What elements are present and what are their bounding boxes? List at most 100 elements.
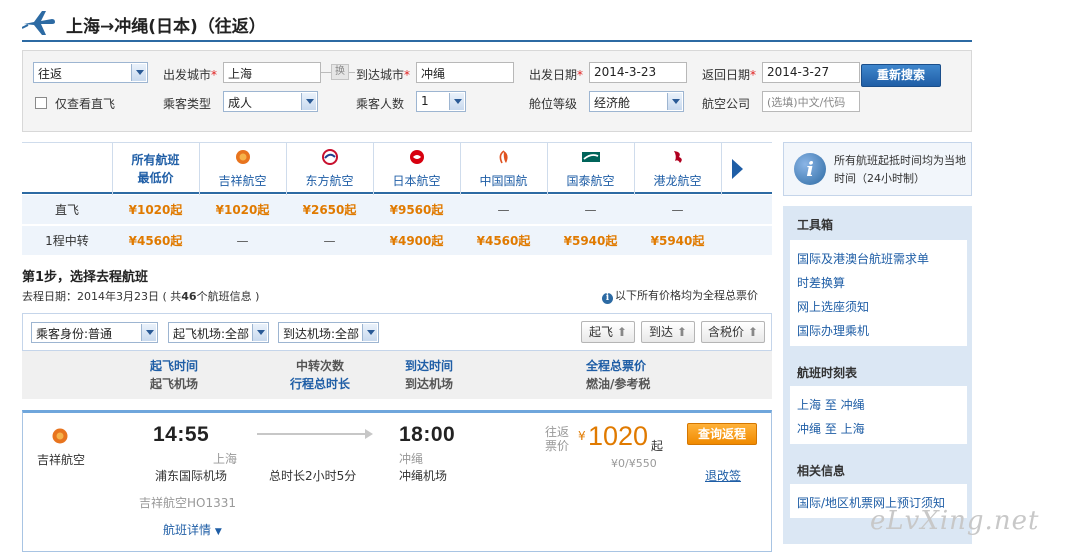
airline-col-air-china[interactable]: 中国国航 [460,143,547,189]
flight-depart-city: 上海 [213,452,238,466]
flight-details-link[interactable]: 航班详情 ▼ [163,521,222,538]
airline-col-dragonair[interactable]: 港龙航空 [634,143,721,189]
search-button[interactable]: 重新搜索 [861,64,941,87]
details-label: 航班详情 [163,523,212,537]
airline-col-juneyao[interactable]: 吉祥航空 [199,143,286,189]
row-label: 直飞 [54,203,79,217]
col-depart-time: 起飞时间 [150,359,199,373]
currency-symbol: ¥ [578,429,586,443]
passenger-filter-value: 乘客身份:普通 [36,327,113,341]
divider [321,72,331,73]
direct-only-label: 仅查看直飞 [55,97,116,111]
query-return-button[interactable]: 查询返程 [687,423,757,445]
price-cell[interactable]: ¥4560起 [460,226,547,256]
direct-only-checkbox[interactable] [35,97,47,109]
passenger-type-value: 成人 [228,96,253,110]
airline-price-matrix: 所有航班 最低价 吉祥航空 东方航空 日本航空 中国国航 国泰航空 港龙航空 直… [22,142,772,256]
jal-logo-icon [409,150,424,164]
info-icon: i [602,293,613,304]
passenger-count-value: 1 [421,94,429,108]
flight-arrive-airport: 冲绳机场 [399,469,448,483]
price-type-label: 往返 票价 [545,425,569,453]
depart-date-input[interactable]: 2014-3-23 [589,62,687,83]
arrow-right-icon [365,429,373,439]
trip-type-value: 往返 [38,67,63,81]
price-cell[interactable]: ¥9560起 [373,195,460,225]
refund-change-link[interactable]: 退改签 [705,467,741,484]
all-flights-lowest[interactable]: 所有航班 最低价 [112,151,199,187]
juneyao-logo-icon [52,428,68,444]
swap-icon[interactable]: 换 [331,64,349,80]
timezone-text: 所有航班起抵时间均为当地时间（24小时制） [834,154,966,185]
arrive-airport-filter[interactable]: 到达机场:全部 [278,322,379,343]
trip-type-select[interactable]: 往返 [33,62,148,83]
cabin-select[interactable]: 经济舱 [589,91,684,112]
china-eastern-logo-icon [321,149,338,165]
schedule-link[interactable]: 冲绳 至 上海 [797,420,865,437]
airline-col-jal[interactable]: 日本航空 [373,143,460,189]
site-watermark: eLvXing.net [870,506,1040,536]
flight-depart-airport: 浦东国际机场 [155,469,228,483]
price-cell[interactable]: ¥4560起 [112,226,199,256]
summary-suffix: 个航班信息 ) [196,290,260,303]
depart-city-label: 出发城市* [163,68,218,82]
col-transfer[interactable]: 中转次数 行程总时长 [290,357,350,393]
toolbox-title: 工具箱 [797,218,834,232]
passenger-count-select[interactable]: 1 [416,91,466,112]
cabin-value: 经济舱 [594,96,631,110]
flight-price: 1020 [588,421,649,451]
chevron-down-icon: ▼ [214,527,222,537]
airline-label: 航空公司 [702,97,751,111]
airline-input[interactable]: (选填)中文/代码 [762,91,860,112]
schedule-link[interactable]: 上海 至 冲绳 [797,396,865,413]
cathay-logo-icon [581,152,600,162]
passenger-type-select[interactable]: 成人 [223,91,318,112]
return-date-input[interactable]: 2014-3-27 [762,62,860,83]
arrive-airport-filter-value: 到达机场:全部 [283,327,360,341]
step-title: 第1步，选择去程航班 [22,270,149,285]
sort-depart-button[interactable]: 起飞 ⬆ [581,321,635,343]
chevron-down-icon [301,93,316,110]
tool-link[interactable]: 时差换算 [797,274,845,291]
price-cell[interactable]: ¥5940起 [547,226,634,256]
divider [349,72,355,73]
tool-link[interactable]: 网上选座须知 [797,298,869,315]
airline-name: 国泰航空 [566,174,615,188]
result-column-header: 起飞时间 起飞机场 中转次数 行程总时长 到达时间 到达机场 全程总票价 燃油/… [22,351,772,399]
chevron-down-icon [362,324,377,341]
col-depart[interactable]: 起飞时间 起飞机场 [150,357,198,393]
tool-link[interactable]: 国际及港澳台航班需求单 [797,250,929,267]
col-depart-airport: 起飞机场 [150,377,199,391]
price-cell[interactable]: ¥5940起 [634,226,721,256]
col-price[interactable]: 全程总票价 燃油/参考税 [586,357,650,393]
flight-duration: 总时长2小时5分 [269,469,357,483]
price-cell[interactable]: ¥2650起 [286,195,373,225]
next-arrow-icon[interactable] [732,159,743,179]
airline-col-china-eastern[interactable]: 东方航空 [286,143,373,189]
filter-bar: 乘客身份:普通 起飞机场:全部 到达机场:全部 起飞 ⬆ 到达 ⬆ 含税价 ⬆ [22,313,772,351]
sort-arrow-icon: ⬆ [676,325,687,339]
related-title: 相关信息 [797,464,846,478]
price-cell[interactable]: ¥1020起 [112,195,199,225]
col-arrive-airport: 到达机场 [405,377,454,391]
col-arrive[interactable]: 到达时间 到达机场 [405,357,453,393]
arrive-city-input[interactable]: 冲绳 [416,62,514,83]
price-note-text: 以下所有价格均为全程总票价 [615,289,758,302]
airline-col-cathay[interactable]: 国泰航空 [547,143,634,189]
passenger-filter[interactable]: 乘客身份:普通 [31,322,158,343]
tool-link[interactable]: 国际办理乘机 [797,322,869,339]
sort-price-button[interactable]: 含税价 ⬆ [701,321,765,343]
flight-result-card[interactable]: 吉祥航空 14:55 上海 浦东国际机场 吉祥航空HO1331 航班详情 ▼ 总… [22,410,772,552]
price-cell: — [671,203,684,217]
price-cell[interactable]: ¥4900起 [373,226,460,256]
airplane-icon [22,11,55,35]
col-arrive-time: 到达时间 [405,359,454,373]
sort-depart-label: 起飞 [589,325,614,339]
juneyao-logo-icon [235,150,250,164]
sort-arrive-button[interactable]: 到达 ⬆ [641,321,695,343]
price-label-round-trip: 往返 [545,425,570,439]
depart-city-input[interactable]: 上海 [223,62,321,83]
col-fuel-tax: 燃油/参考税 [586,377,651,391]
depart-airport-filter[interactable]: 起飞机场:全部 [168,322,269,343]
price-cell[interactable]: ¥1020起 [199,195,286,225]
